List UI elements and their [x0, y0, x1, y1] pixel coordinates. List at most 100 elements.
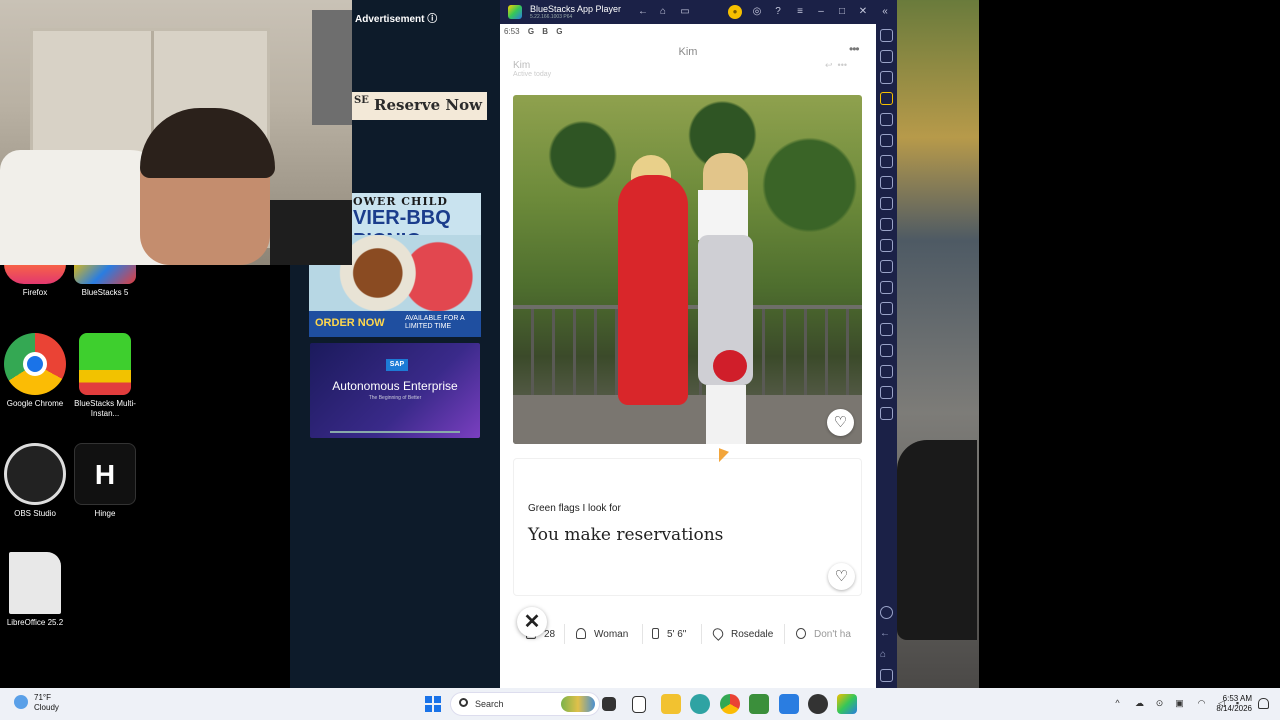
active-status: Active today	[513, 71, 552, 78]
fullscreen-icon[interactable]	[880, 29, 893, 42]
android-home-icon[interactable]: ⌂	[880, 648, 893, 661]
macro-icon[interactable]	[880, 134, 893, 147]
spreadsheet-icon[interactable]	[749, 694, 769, 714]
resize-icon[interactable]	[880, 302, 893, 315]
layers-icon[interactable]	[880, 365, 893, 378]
heart-icon: ♡	[833, 414, 848, 431]
desktop-icon-bluestacks-multi[interactable]: BlueStacks Multi-Instan...	[70, 333, 140, 419]
photos-icon[interactable]	[779, 694, 799, 714]
settings-icon[interactable]	[880, 606, 893, 619]
bluestacks-taskbar-icon[interactable]	[837, 694, 857, 714]
network-share-icon[interactable]: ⊙	[1154, 698, 1165, 709]
weather-temp: 71°F	[34, 693, 51, 702]
profile-name-header: Kim	[678, 46, 698, 58]
desktop-icon-hinge[interactable]: H Hinge	[70, 443, 140, 519]
android-back-icon[interactable]: ←	[880, 627, 893, 640]
video-icon[interactable]	[880, 71, 893, 84]
desktop-icon-label: BlueStacks Multi-Instan...	[74, 399, 136, 418]
desktop-icon-libreoffice[interactable]: LibreOffice 25.2	[0, 552, 70, 628]
multitask-icon[interactable]: ▭	[678, 5, 692, 19]
help-icon[interactable]: ?	[771, 5, 785, 19]
desktop-icon-chrome[interactable]: Google Chrome	[0, 333, 70, 409]
task-view-icon[interactable]	[602, 697, 616, 711]
keyboard-icon[interactable]	[880, 92, 893, 105]
chrome-taskbar-icon[interactable]	[720, 694, 740, 714]
like-prompt-button[interactable]: ♡	[828, 563, 855, 590]
skip-profile-button[interactable]: ✕	[517, 607, 547, 637]
edge-icon[interactable]	[690, 694, 710, 714]
eco-icon[interactable]	[880, 386, 893, 399]
screenshot-icon[interactable]	[880, 197, 893, 210]
gamepad-icon[interactable]	[880, 155, 893, 168]
coin-icon[interactable]: ●	[728, 5, 742, 19]
ad-reserve-now[interactable]: SE Reserve Now	[352, 92, 487, 120]
location-icon[interactable]	[880, 344, 893, 357]
ad-reserve-label: Reserve Now	[374, 96, 483, 114]
scrolled-actions: ↩ •••	[825, 60, 847, 70]
start-button[interactable]	[425, 696, 441, 712]
vital-value: 5' 6"	[667, 629, 687, 640]
folder-icon[interactable]	[880, 260, 893, 273]
home-icon[interactable]: ⌂	[656, 5, 670, 19]
panel-icon[interactable]	[880, 407, 893, 420]
eraser-icon[interactable]	[880, 323, 893, 336]
cloud-icon[interactable]: ☁	[1134, 698, 1145, 709]
scrolled-name-text: Kim	[513, 60, 531, 71]
account-icon[interactable]: ◎	[750, 5, 764, 19]
ad-sap-subtitle: The Beginning of Better	[368, 395, 422, 401]
desktop-icon-obs[interactable]: OBS Studio	[0, 443, 70, 519]
chevron-up-icon[interactable]: ^	[1112, 698, 1123, 709]
hinge-icon: H	[74, 443, 136, 505]
obs-taskbar-icon[interactable]	[808, 694, 828, 714]
volume-icon[interactable]	[880, 50, 893, 63]
file-explorer-icon[interactable]	[661, 694, 681, 714]
vitals-row: 28 Woman 5' 6" Rosedale Don't ha	[500, 620, 876, 648]
minimize-icon[interactable]: –	[814, 5, 828, 19]
close-icon: ✕	[523, 611, 541, 633]
apk-icon[interactable]	[880, 176, 893, 189]
back-icon[interactable]: ←	[636, 5, 650, 19]
camera-icon[interactable]: ▣	[1174, 698, 1185, 709]
like-photo-button[interactable]: ♡	[827, 409, 854, 436]
ad-sap[interactable]: SAP Autonomous Enterprise The Beginning …	[310, 343, 480, 438]
bluestacks-sidebar: ← ⌂	[876, 24, 897, 688]
prompt-answer: You make reservations	[528, 525, 724, 545]
pin-icon	[710, 626, 726, 641]
close-window-icon[interactable]: ✕	[856, 5, 870, 19]
notepad-icon[interactable]	[632, 696, 646, 713]
clock[interactable]: 6:53 AM 8/14/2026	[1212, 694, 1252, 714]
wallpaper	[897, 0, 979, 688]
taskbar-search[interactable]: Search	[450, 692, 600, 716]
airplane-icon[interactable]	[880, 281, 893, 294]
info-icon: ⓘ	[427, 14, 438, 25]
record-icon[interactable]	[880, 218, 893, 231]
document-icon	[9, 552, 61, 614]
weather-icon	[14, 695, 28, 709]
window-subtitle: 5.22.166.1003 P64	[530, 14, 573, 20]
collapse-sidebar-icon[interactable]: «	[878, 5, 892, 19]
notification-bell-icon[interactable]	[1258, 698, 1269, 709]
notification-g-icon: G	[527, 27, 535, 36]
prompt-card: Green flags I look for You make reservat…	[513, 458, 862, 596]
search-icon	[459, 698, 468, 707]
profile-photo[interactable]: ♡	[513, 95, 862, 444]
status-bar: 6:53 G B G	[504, 27, 563, 36]
clock-time: 6:53 AM	[1222, 694, 1252, 703]
menu-icon[interactable]: ≡	[793, 5, 807, 19]
scrolled-name: Kim Active today	[513, 60, 551, 78]
rotate-icon[interactable]	[880, 113, 893, 126]
vital-value: Woman	[594, 629, 629, 640]
weather-desc: Cloudy	[34, 703, 59, 712]
notification-g-icon: G	[556, 27, 563, 36]
android-recents-icon[interactable]	[880, 669, 893, 682]
vital-children: Don't ha	[796, 628, 851, 640]
ad-limited-note: AVAILABLE FOR A LIMITED TIME	[405, 315, 465, 330]
vital-value: Rosedale	[731, 629, 774, 640]
maximize-icon[interactable]: □	[835, 5, 849, 19]
clock-date: 8/14/2026	[1216, 704, 1252, 713]
sync-icon[interactable]	[880, 239, 893, 252]
desktop-icon-label: LibreOffice 25.2	[6, 618, 64, 627]
more-options-icon[interactable]: •••	[849, 42, 860, 56]
vital-value: 28	[544, 629, 556, 640]
wifi-icon[interactable]: ◠	[1196, 698, 1207, 709]
